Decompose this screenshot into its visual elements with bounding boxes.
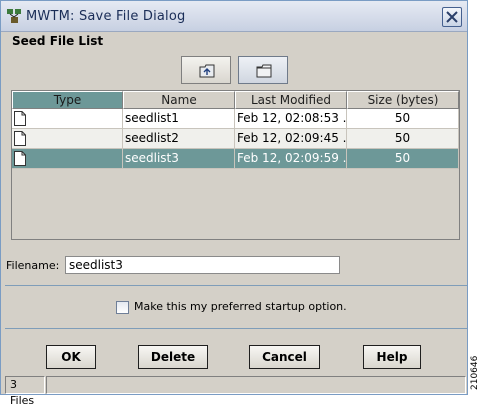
file-table[interactable]: Type Name Last Modified Size (bytes) see… [11, 90, 460, 240]
file-icon [14, 111, 26, 126]
window-title: MWTM: Save File Dialog [26, 9, 186, 24]
table-row[interactable]: seedlist2 Feb 12, 02:09:45 ... 50 [12, 129, 459, 149]
divider [5, 285, 467, 286]
new-folder-button[interactable] [238, 56, 288, 84]
status-message [46, 376, 466, 394]
file-size: 50 [347, 129, 459, 149]
file-size: 50 [347, 109, 459, 129]
divider [5, 328, 467, 329]
up-folder-icon [199, 64, 215, 78]
type-cell [12, 109, 123, 129]
file-name: seedlist3 [123, 149, 235, 169]
save-file-dialog: MWTM: Save File Dialog Seed File List Ty… [0, 0, 468, 407]
table-row[interactable]: seedlist1 Feb 12, 02:08:53 ... 50 [12, 109, 459, 129]
close-icon [446, 11, 458, 23]
filename-label: Filename: [6, 259, 60, 272]
file-size: 50 [347, 149, 459, 169]
type-cell [12, 129, 123, 149]
type-cell [12, 149, 123, 169]
preferred-startup-label[interactable]: Make this my preferred startup option. [134, 300, 347, 313]
preferred-startup-checkbox[interactable] [116, 301, 129, 314]
column-header-last-modified[interactable]: Last Modified [235, 91, 347, 109]
file-name: seedlist2 [123, 129, 235, 149]
close-button[interactable] [442, 7, 462, 27]
figure-id: 210646 [470, 356, 482, 390]
new-folder-icon [256, 64, 272, 78]
file-modified: Feb 12, 02:09:45 ... [235, 129, 347, 149]
file-name: seedlist1 [123, 109, 235, 129]
delete-button[interactable]: Delete [138, 345, 208, 369]
file-icon [14, 151, 26, 166]
app-network-icon [7, 9, 21, 23]
ok-button[interactable]: OK [46, 345, 96, 369]
seed-file-list-label: Seed File List [12, 34, 104, 48]
file-modified: Feb 12, 02:08:53 ... [235, 109, 347, 129]
file-icon [14, 131, 26, 146]
up-folder-button[interactable] [181, 56, 231, 84]
column-header-name[interactable]: Name [123, 91, 235, 109]
filename-input[interactable] [65, 256, 340, 274]
table-header: Type Name Last Modified Size (bytes) [12, 91, 459, 109]
figure-id-text: 210646 [470, 355, 480, 390]
column-header-size[interactable]: Size (bytes) [347, 91, 459, 109]
help-button[interactable]: Help [363, 345, 421, 369]
cancel-button[interactable]: Cancel [249, 345, 320, 369]
file-modified: Feb 12, 02:09:59 ... [235, 149, 347, 169]
status-bar: 3 Files [1, 376, 467, 407]
status-file-count: 3 Files [5, 376, 45, 407]
title-bar[interactable]: MWTM: Save File Dialog [1, 1, 467, 32]
table-row-selected[interactable]: seedlist3 Feb 12, 02:09:59 ... 50 [12, 149, 459, 169]
column-header-type[interactable]: Type [12, 91, 123, 109]
